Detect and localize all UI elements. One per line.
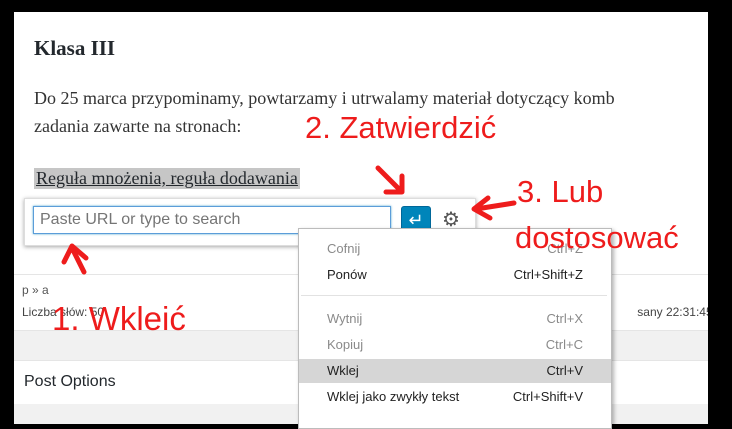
menu-item-paste-plain[interactable]: Wklej jako zwykły tekst Ctrl+Shift+V bbox=[299, 385, 611, 409]
menu-separator bbox=[301, 295, 607, 296]
menu-item-shortcut: Ctrl+V bbox=[546, 363, 583, 378]
menu-item-shortcut: Ctrl+X bbox=[546, 311, 583, 326]
menu-item-label: Wklej bbox=[327, 363, 359, 378]
post-options-title: Post Options bbox=[24, 373, 116, 390]
screenshot-root: { "heading": "Klasa III", "paragraph_lin… bbox=[0, 0, 732, 429]
menu-item-shortcut: Ctrl+C bbox=[545, 337, 583, 352]
menu-item-label: Wytnij bbox=[327, 311, 363, 326]
element-path[interactable]: p » a bbox=[22, 283, 49, 297]
menu-item-copy[interactable]: Kopiuj Ctrl+C bbox=[299, 333, 611, 357]
menu-item-shortcut: Ctrl+Shift+Z bbox=[513, 267, 583, 282]
menu-item-label: Wklej jako zwykły tekst bbox=[327, 389, 460, 404]
menu-item-label: Ponów bbox=[327, 267, 367, 282]
enter-icon: ↵ bbox=[408, 210, 424, 230]
paragraph-line-1: Do 25 marca przypominamy, powtarzamy i u… bbox=[34, 88, 615, 108]
menu-item-redo[interactable]: Ponów Ctrl+Shift+Z bbox=[299, 263, 611, 287]
menu-item-label: Kopiuj bbox=[327, 337, 364, 352]
section-heading: Klasa III bbox=[34, 36, 116, 60]
menu-item-cut[interactable]: Wytnij Ctrl+X bbox=[299, 307, 611, 331]
context-menu: Cofnij Ctrl+Z Ponów Ctrl+Shift+Z Wytnij … bbox=[298, 228, 612, 429]
selected-link-text[interactable]: Reguła mnożenia, reguła dodawania bbox=[34, 168, 300, 189]
annotation-step-2: 2. Zatwierdzić bbox=[305, 110, 497, 145]
annotation-step-3-line-1: 3. Lub bbox=[517, 174, 604, 209]
last-saved-text: sany 22:31:45. bbox=[637, 305, 708, 319]
menu-item-shortcut: Ctrl+Shift+V bbox=[512, 389, 583, 404]
annotation-step-1: 1. Wkleić bbox=[52, 300, 186, 337]
menu-item-label: Cofnij bbox=[327, 241, 361, 256]
annotation-step-3-line-2: dostosować bbox=[515, 220, 679, 255]
menu-item-paste[interactable]: Wklej Ctrl+V bbox=[299, 359, 611, 383]
